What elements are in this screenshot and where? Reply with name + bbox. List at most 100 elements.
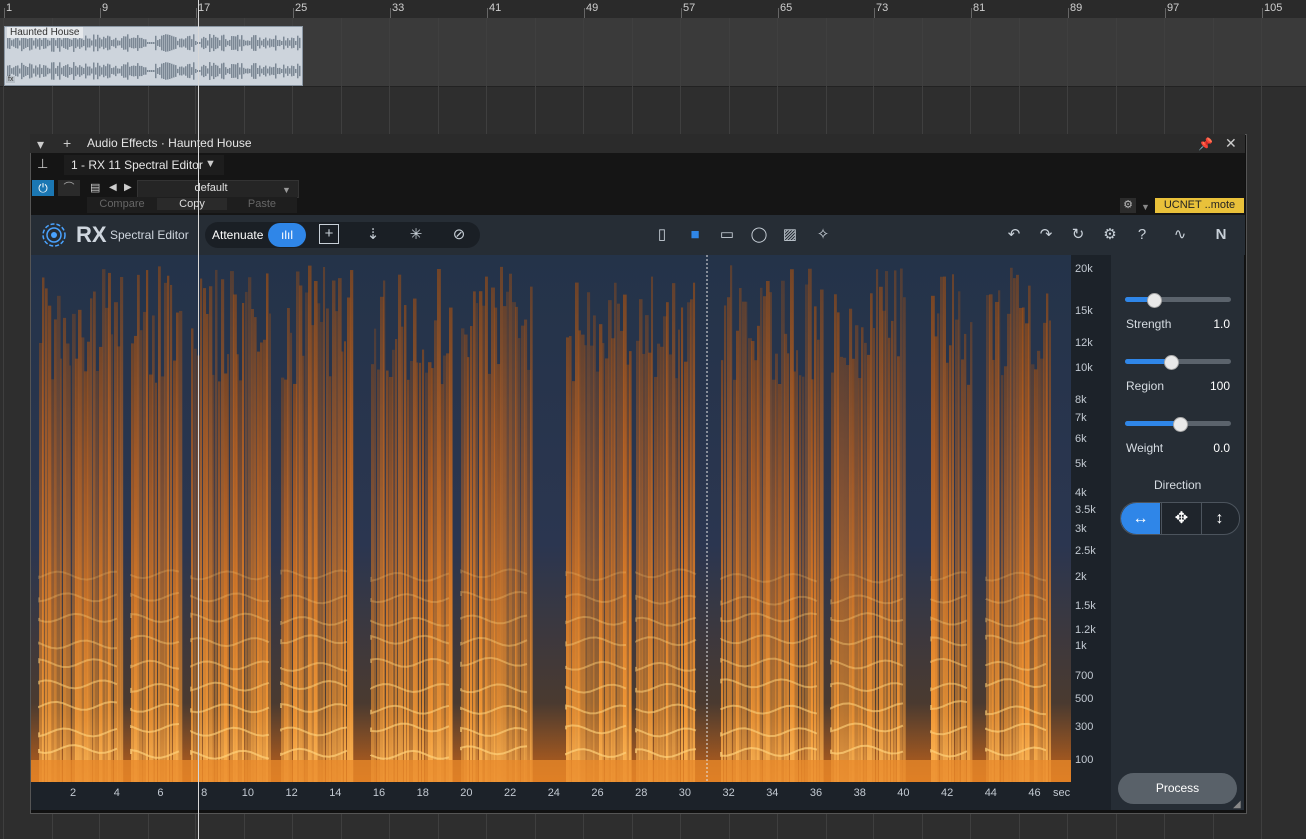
preset-prev-icon[interactable]: ◀ xyxy=(109,181,117,195)
time-frequency-selection-icon[interactable]: ■ xyxy=(684,224,706,246)
preset-file-icon[interactable]: ▤ xyxy=(90,181,100,195)
collapse-chevron-icon[interactable]: ▾ xyxy=(37,137,44,151)
gain-mode-icon[interactable]: ⊘ xyxy=(448,224,470,246)
paste-button[interactable]: Paste xyxy=(227,198,297,210)
time-selection-icon[interactable]: ▯ xyxy=(651,224,673,246)
time-label-28: 28 xyxy=(635,787,648,799)
bar-tick xyxy=(293,8,294,18)
arrange-gridline xyxy=(1261,18,1262,839)
time-label-30: 30 xyxy=(678,787,692,799)
strength-value[interactable]: 1.0 xyxy=(1190,317,1230,331)
add-effect-icon[interactable]: + xyxy=(63,136,71,150)
time-label-18: 18 xyxy=(416,787,429,799)
loop-icon[interactable]: ↻ xyxy=(1067,224,1089,246)
bar-tick xyxy=(681,8,682,18)
freq-label-100: 100 xyxy=(1075,754,1094,766)
weight-value[interactable]: 0.0 xyxy=(1190,441,1230,455)
redo-icon[interactable]: ↷ xyxy=(1035,224,1057,246)
bar-tick xyxy=(971,8,972,18)
omni-direction-icon[interactable]: ✥ xyxy=(1161,503,1202,534)
spectrogram[interactable] xyxy=(31,255,1071,782)
power-icon[interactable]: ⏻ xyxy=(32,180,54,196)
signal-icon[interactable]: ∿ xyxy=(1169,224,1191,246)
horizontal-direction-icon[interactable]: ↔ xyxy=(1121,503,1160,534)
time-label-38: 38 xyxy=(853,787,866,799)
weight-label: Weight xyxy=(1126,441,1164,455)
time-label-2: 2 xyxy=(70,787,77,799)
bar-number-89: 89 xyxy=(1070,2,1083,14)
time-label-4: 4 xyxy=(113,787,120,799)
preset-next-icon[interactable]: ▶ xyxy=(124,181,132,195)
bar-number-49: 49 xyxy=(586,2,599,14)
copy-button[interactable]: Copy xyxy=(157,198,227,210)
freq-label-8k: 8k xyxy=(1075,394,1087,406)
bar-number-33: 33 xyxy=(392,2,405,14)
time-unit-label: sec xyxy=(1053,787,1071,799)
playhead[interactable] xyxy=(198,0,199,839)
process-button[interactable]: Process xyxy=(1118,773,1237,804)
dissolve-mode-icon[interactable]: ✳ xyxy=(405,224,427,246)
pattern-mode-icon[interactable]: ⇣ xyxy=(362,224,384,246)
freq-label-300: 300 xyxy=(1075,721,1094,733)
bar-number-73: 73 xyxy=(876,2,889,14)
lasso-icon[interactable]: ◯ xyxy=(748,224,770,246)
bar-number-81: 81 xyxy=(973,2,986,14)
compare-button[interactable]: Compare xyxy=(87,198,157,210)
resize-grip-icon[interactable]: ◢ xyxy=(1233,798,1241,812)
bar-tick xyxy=(100,8,101,18)
region-value[interactable]: 100 xyxy=(1190,379,1230,393)
bypass-icon[interactable]: ⌒ xyxy=(58,180,80,196)
help-icon[interactable]: ? xyxy=(1131,224,1153,246)
freq-label-20k: 20k xyxy=(1075,263,1093,275)
bar-number-25: 25 xyxy=(295,2,308,14)
clip-fx-badge: fx xyxy=(6,76,16,83)
freq-label-15k: 15k xyxy=(1075,305,1093,317)
strength-label: Strength xyxy=(1126,317,1172,331)
attenuate-label: Attenuate xyxy=(212,228,264,242)
time-label-12: 12 xyxy=(285,787,298,799)
region-slider-knob[interactable] xyxy=(1163,355,1179,370)
preset-name: default xyxy=(194,182,228,194)
brush-icon[interactable]: ▨ xyxy=(779,224,801,246)
bar-number-41: 41 xyxy=(489,2,502,14)
time-label-44: 44 xyxy=(984,787,997,799)
undo-icon[interactable]: ↶ xyxy=(1003,224,1025,246)
frequency-selection-icon[interactable]: ▭ xyxy=(716,224,738,246)
bar-tick xyxy=(4,8,5,18)
bar-number-65: 65 xyxy=(780,2,793,14)
attenuate-mode-icon[interactable]: ılıl xyxy=(268,223,306,247)
bar-number-1: 1 xyxy=(6,2,13,14)
time-label-24: 24 xyxy=(547,787,560,799)
bar-number-9: 9 xyxy=(102,2,109,14)
freq-label-1.5k: 1.5k xyxy=(1075,600,1096,612)
close-icon[interactable]: ✕ xyxy=(1225,136,1237,150)
settings-dropdown-icon[interactable]: ▼ xyxy=(1141,200,1150,214)
remote-button[interactable]: UCNET ..mote xyxy=(1155,198,1244,213)
pin-icon[interactable]: 📌 xyxy=(1198,137,1213,151)
strength-slider-knob[interactable] xyxy=(1146,293,1162,308)
bar-number-17: 17 xyxy=(198,2,211,14)
settings-icon[interactable]: ⚙ xyxy=(1099,224,1121,246)
settings-gear-icon[interactable]: ⚙ xyxy=(1120,198,1136,213)
ni-logo-icon: N xyxy=(1215,226,1227,243)
freq-label-3k: 3k xyxy=(1075,523,1087,535)
freq-label-500: 500 xyxy=(1075,693,1094,705)
replace-mode-icon[interactable]: + xyxy=(319,224,339,244)
freq-label-3.5k: 3.5k xyxy=(1075,504,1096,516)
freq-label-2k: 2k xyxy=(1075,571,1087,583)
freq-label-700: 700 xyxy=(1075,670,1094,682)
time-label-34: 34 xyxy=(766,787,779,799)
bar-number-105: 105 xyxy=(1264,2,1283,14)
routing-icon[interactable]: ⊥ xyxy=(37,157,48,171)
time-label-22: 22 xyxy=(504,787,517,799)
vertical-direction-icon[interactable]: ↕ xyxy=(1200,503,1239,534)
clip-name: Haunted House xyxy=(7,27,83,38)
freq-label-7k: 7k xyxy=(1075,412,1087,424)
freq-label-5k: 5k xyxy=(1075,458,1087,470)
bar-tick xyxy=(1068,8,1069,18)
plugin-slot-label: 1 - RX 11 Spectral Editor xyxy=(71,158,203,172)
slot-dropdown-icon[interactable]: ▼ xyxy=(205,157,216,171)
time-label-6: 6 xyxy=(157,787,164,799)
bar-number-57: 57 xyxy=(683,2,696,14)
magic-wand-icon[interactable]: ✧ xyxy=(812,224,834,246)
